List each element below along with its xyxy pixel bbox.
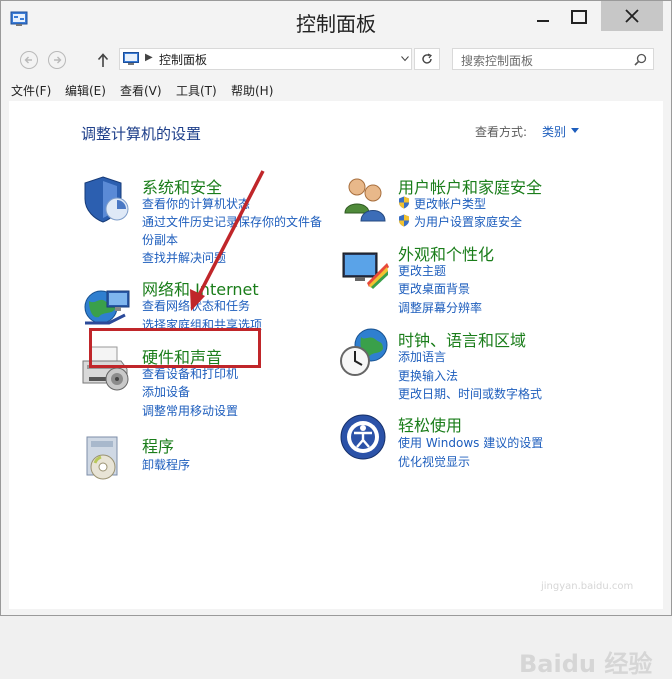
baidu-watermark: Baidu 经验 — [519, 650, 653, 678]
annotation-arrow — [190, 170, 265, 311]
control-panel-window: 控制面板 ▶ 控制面板 搜索控制面板 文件(F) 编辑(E) 查看(V) 工具(… — [0, 0, 672, 678]
watermark-url: jingyan.baidu.com — [541, 581, 634, 592]
